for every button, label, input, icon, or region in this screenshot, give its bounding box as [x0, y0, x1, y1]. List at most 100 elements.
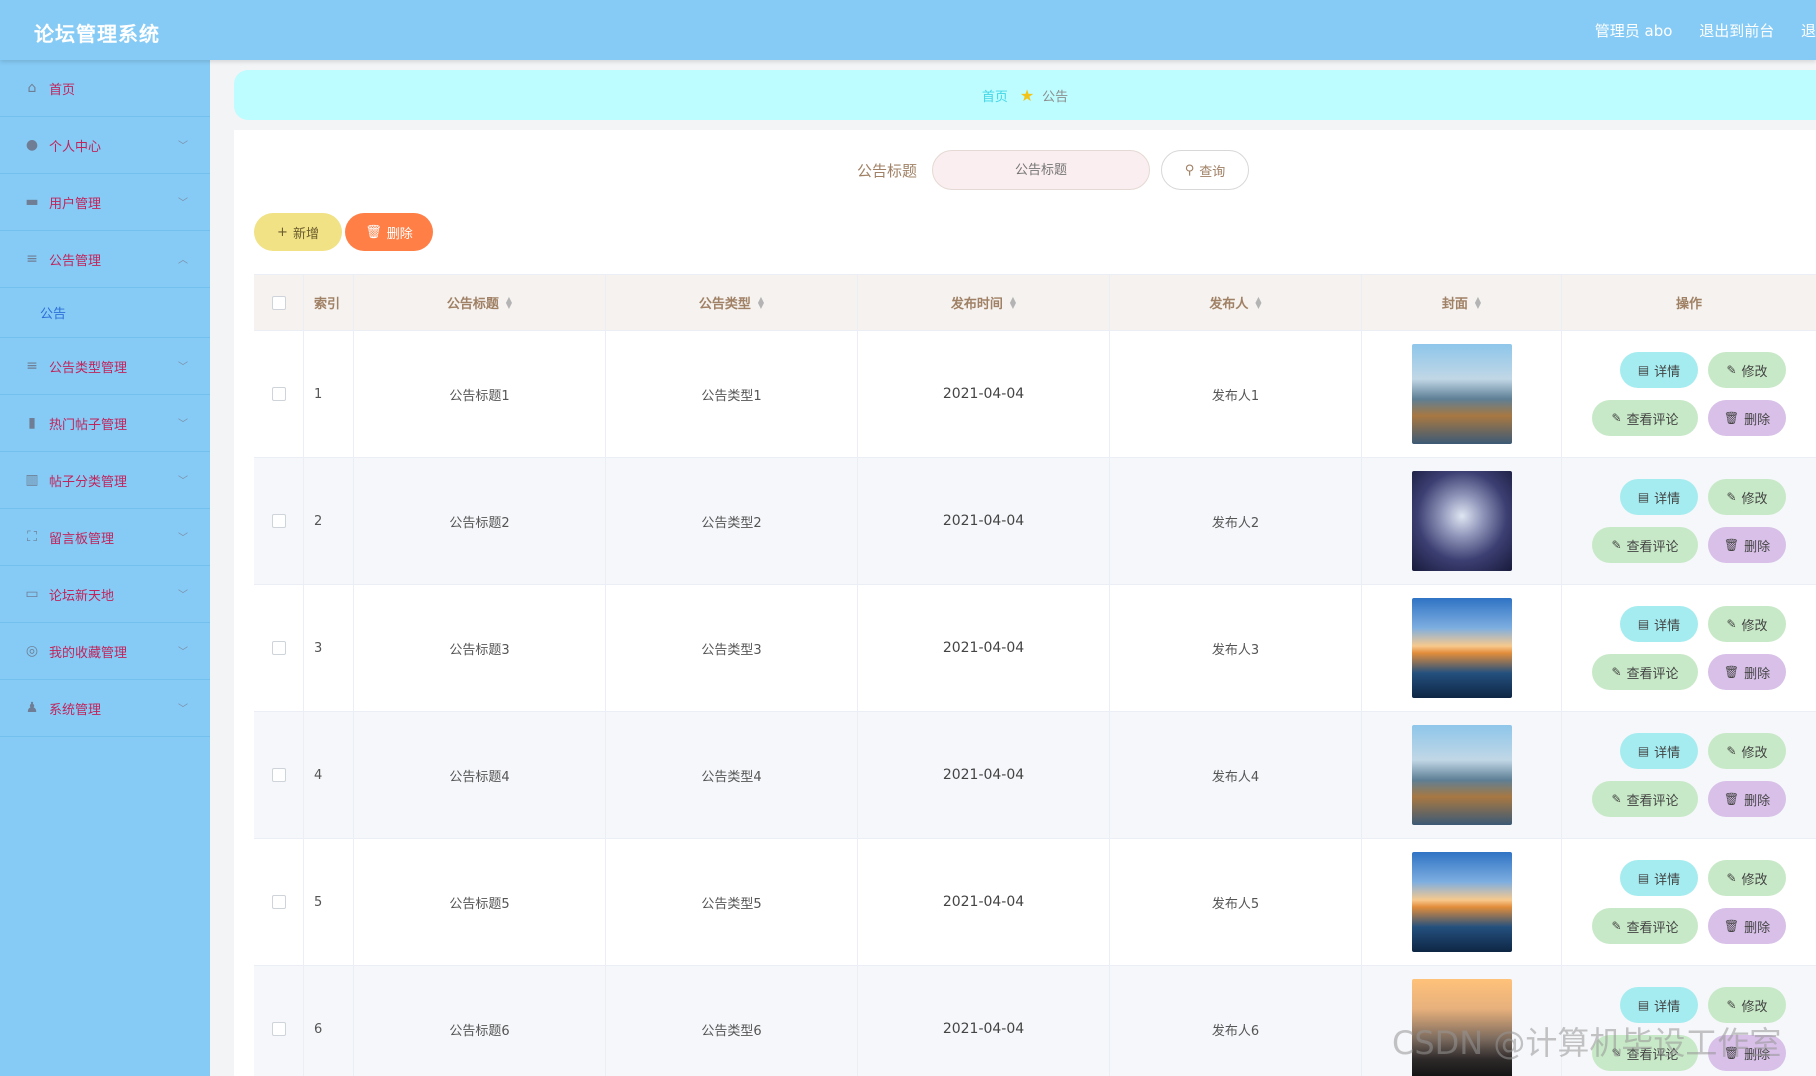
cover-image[interactable]	[1411, 344, 1512, 444]
comments-label: 查看评论	[1626, 666, 1679, 682]
sidebar-item-hot-posts[interactable]: ▮ 热门帖子管理 ﹀	[0, 395, 210, 452]
row-type: 公告类型5	[606, 839, 858, 965]
row-checkbox[interactable]	[271, 1022, 286, 1036]
header-cover[interactable]: 封面 ▲ ▼	[1362, 275, 1562, 330]
sidebar-item-users[interactable]: ▬ 用户管理 ﹀	[0, 174, 210, 231]
row-time: 2021-04-04	[858, 966, 1110, 1076]
delete-button[interactable]: 🗑 删除	[1708, 908, 1786, 944]
row-type: 公告类型4	[606, 712, 858, 838]
sidebar-item-post-categories[interactable]: ▥ 帖子分类管理 ﹀	[0, 452, 210, 509]
row-checkbox[interactable]	[271, 514, 286, 528]
edit-label: 修改	[1741, 364, 1768, 380]
add-button[interactable]: + 新增	[254, 213, 342, 251]
row-checkbox[interactable]	[271, 895, 286, 909]
edit-button[interactable]: ✎ 修改	[1708, 352, 1786, 388]
row-cover-cell	[1362, 839, 1562, 965]
header-author[interactable]: 发布人 ▲ ▼	[1110, 275, 1362, 330]
detail-button[interactable]: ▤ 详情	[1620, 606, 1698, 642]
row-checkbox[interactable]	[271, 641, 286, 655]
chevron-up-icon: ︿	[178, 255, 188, 266]
cover-image[interactable]	[1411, 725, 1512, 825]
cover-image[interactable]	[1411, 598, 1512, 698]
search-input[interactable]	[932, 150, 1150, 190]
header-cover-label: 封面	[1441, 297, 1468, 312]
row-title: 公告标题4	[354, 712, 606, 838]
delete-button[interactable]: 🗑 删除	[1708, 781, 1786, 817]
sidebar-item-home[interactable]: ⌂ 首页	[0, 60, 210, 117]
search-icon: ⚲	[1184, 162, 1195, 178]
batch-delete-button[interactable]: 🗑 删除	[345, 213, 433, 251]
sidebar-item-profile[interactable]: ● 个人中心 ﹀	[0, 117, 210, 174]
edit-button[interactable]: ✎ 修改	[1708, 606, 1786, 642]
view-comments-button[interactable]: ✎ 查看评论	[1592, 781, 1698, 817]
sort-icon[interactable]: ▲ ▼	[506, 295, 512, 309]
comments-label: 查看评论	[1626, 793, 1679, 809]
chevron-down-icon: ﹀	[178, 704, 188, 715]
row-author: 发布人2	[1110, 458, 1362, 584]
sidebar-item-notice-management[interactable]: ≡ 公告管理 ︿	[0, 231, 210, 288]
search-label: 公告标题	[857, 162, 918, 180]
delete-label: 删除	[1744, 666, 1771, 682]
cover-image[interactable]	[1411, 852, 1512, 952]
row-index: 4	[304, 712, 354, 838]
select-all-checkbox[interactable]	[271, 295, 286, 310]
front-page-link[interactable]: 退出到前台	[1699, 22, 1774, 40]
detail-button[interactable]: ▤ 详情	[1620, 479, 1698, 515]
detail-button[interactable]: ▤ 详情	[1620, 352, 1698, 388]
detail-button[interactable]: ▤ 详情	[1620, 860, 1698, 896]
header-time[interactable]: 发布时间 ▲ ▼	[858, 275, 1110, 330]
edit-label: 修改	[1741, 491, 1768, 507]
sort-icon[interactable]: ▲ ▼	[1255, 295, 1261, 309]
sidebar: ⌂ 首页 ● 个人中心 ﹀ ▬ 用户管理 ﹀ ≡ 公告管理 ︿ 公告 ≡ 公告类…	[0, 60, 210, 1076]
admin-label: 管理员 abo	[1594, 22, 1673, 40]
top-header: 论坛管理系统 管理员 abo 退出到前台 退	[0, 0, 1816, 60]
chevron-down-icon: ﹀	[178, 476, 188, 487]
edit-button[interactable]: ✎ 修改	[1708, 860, 1786, 896]
delete-button[interactable]: 🗑 删除	[1708, 654, 1786, 690]
board-icon: ▭	[25, 586, 39, 602]
row-checkbox[interactable]	[271, 768, 286, 782]
sort-icon[interactable]: ▲ ▼	[1010, 295, 1016, 309]
header-type[interactable]: 公告类型 ▲ ▼	[606, 275, 858, 330]
delete-label: 删除	[1744, 920, 1771, 936]
sidebar-item-label: 用户管理	[49, 196, 102, 212]
cover-image[interactable]	[1411, 471, 1512, 571]
edit-label: 修改	[1741, 999, 1768, 1015]
view-comments-button[interactable]: ✎ 查看评论	[1592, 654, 1698, 690]
row-actions: ▤ 详情 ✎ 修改 ✎ 查看评论 🗑 删除	[1562, 585, 1816, 711]
table-row: 1 公告标题1 公告类型1 2021-04-04 发布人1 ▤ 详情 ✎ 修改 ✎ 查…	[254, 331, 1816, 458]
view-comments-button[interactable]: ✎ 查看评论	[1592, 527, 1698, 563]
row-checkbox[interactable]	[271, 387, 286, 401]
sidebar-item-system[interactable]: ♟ 系统管理 ﹀	[0, 680, 210, 737]
search-button[interactable]: ⚲ 查询	[1161, 150, 1249, 190]
view-comments-button[interactable]: ✎ 查看评论	[1592, 908, 1698, 944]
batch-delete-label: 删除	[386, 226, 413, 242]
logout-link[interactable]: 退	[1801, 22, 1816, 40]
header-ops: 操作	[1675, 297, 1702, 312]
header-type-label: 公告类型	[698, 297, 751, 312]
row-type: 公告类型2	[606, 458, 858, 584]
edit-label: 修改	[1741, 872, 1768, 888]
delete-button[interactable]: 🗑 删除	[1708, 400, 1786, 436]
sidebar-item-favorites[interactable]: ◎ 我的收藏管理 ﹀	[0, 623, 210, 680]
sort-icon[interactable]: ▲ ▼	[758, 295, 764, 309]
delete-button[interactable]: 🗑 删除	[1708, 527, 1786, 563]
sidebar-item-forum[interactable]: ▭ 论坛新天地 ﹀	[0, 566, 210, 623]
delete-label: 删除	[1744, 793, 1771, 809]
row-checkbox-cell	[254, 839, 304, 965]
sidebar-item-message-board[interactable]: ⛶ 留言板管理 ﹀	[0, 509, 210, 566]
detail-label: 详情	[1654, 999, 1681, 1015]
sort-icon[interactable]: ▲ ▼	[1475, 295, 1481, 309]
sidebar-subitem-notice[interactable]: 公告	[0, 288, 210, 338]
row-index: 6	[304, 966, 354, 1076]
edit-button[interactable]: ✎ 修改	[1708, 479, 1786, 515]
header-title[interactable]: 公告标题 ▲ ▼	[354, 275, 606, 330]
sidebar-item-notice-types[interactable]: ≡ 公告类型管理 ﹀	[0, 338, 210, 395]
edit-button[interactable]: ✎ 修改	[1708, 733, 1786, 769]
view-comments-button[interactable]: ✎ 查看评论	[1592, 400, 1698, 436]
search-button-label: 查询	[1199, 164, 1226, 180]
breadcrumb-home-link[interactable]: 首页	[982, 86, 1008, 105]
star-circle-icon: ◎	[25, 643, 39, 659]
row-type: 公告类型6	[606, 966, 858, 1076]
detail-button[interactable]: ▤ 详情	[1620, 733, 1698, 769]
